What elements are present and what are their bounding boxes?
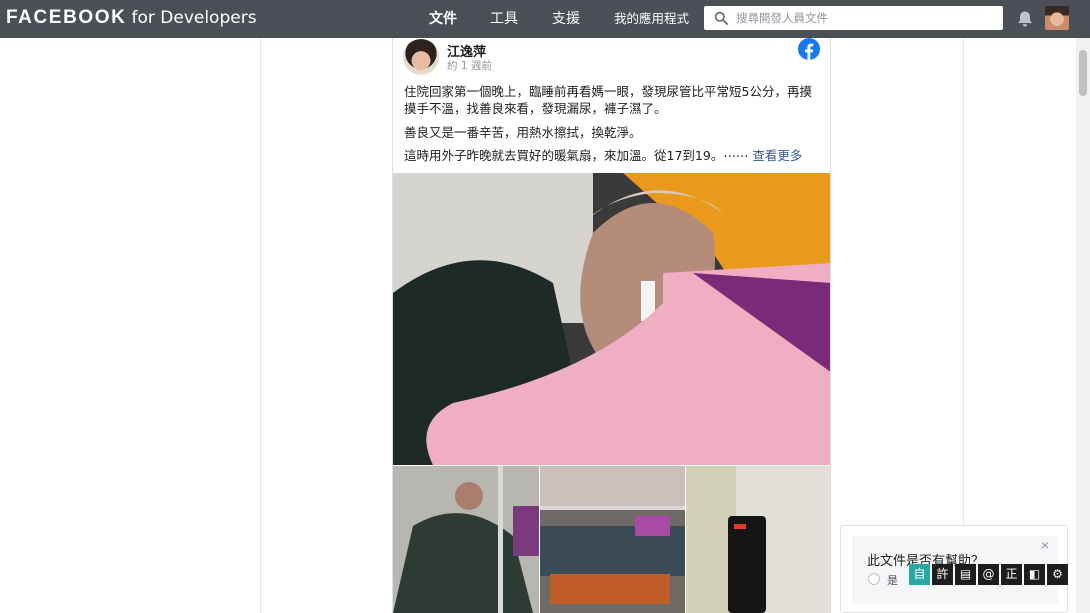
- see-more-link[interactable]: 查看更多: [752, 148, 802, 163]
- feedback-yes-radio[interactable]: [868, 573, 880, 585]
- tool-button-2[interactable]: 許: [932, 564, 953, 585]
- extension-toolbar: 自 許 ▤ @ 正 ◧ ⚙: [909, 564, 1070, 585]
- feedback-yes-label[interactable]: 是: [887, 572, 898, 588]
- tool-button-4[interactable]: @: [978, 564, 999, 585]
- search-input[interactable]: [736, 11, 986, 25]
- scrollbar-track[interactable]: [1076, 38, 1090, 613]
- post-paragraph-1: 住院回家第一個晚上，臨睡前再看媽一眼，發現尿管比平常短5公分，再摸摸手不溫，找善…: [404, 84, 812, 116]
- nav-my-apps[interactable]: 我的應用程式: [614, 0, 689, 38]
- post-paragraph-2: 善良又是一番辛苦，用熱水擦拭，換乾淨。: [404, 125, 642, 140]
- user-avatar[interactable]: [1045, 6, 1069, 30]
- facebook-logo-icon[interactable]: [798, 38, 820, 60]
- content-divider-left: [260, 38, 261, 613]
- tool-button-3[interactable]: ▤: [955, 564, 976, 585]
- post-paragraph-3: 這時用外子昨晚就去買好的暖氣扇，來加溫。從17到19。⋯⋯: [404, 148, 749, 163]
- tool-button-6[interactable]: ◧: [1024, 564, 1045, 585]
- brand-sub: for Developers: [131, 8, 257, 28]
- tool-button-5[interactable]: 正: [1001, 564, 1022, 585]
- post-paragraph-3-line: 這時用外子昨晚就去買好的暖氣扇，來加溫。從17到19。⋯⋯ 查看更多: [404, 147, 824, 164]
- post-thumbnail-2[interactable]: [540, 466, 685, 613]
- tool-button-1[interactable]: 自: [909, 564, 930, 585]
- nav-support[interactable]: 支援: [552, 0, 580, 38]
- post-thumbnail-3[interactable]: [686, 466, 831, 613]
- nav-tools[interactable]: 工具: [490, 0, 518, 38]
- post-timestamp[interactable]: 約 1 週前: [447, 58, 492, 73]
- post-thumbnail-1[interactable]: [393, 466, 539, 613]
- author-avatar[interactable]: [403, 39, 439, 75]
- bell-icon[interactable]: [1015, 10, 1035, 28]
- post-main-photo[interactable]: [393, 173, 831, 465]
- top-navigation-bar: FACEBOOK for Developers 文件 工具 支援 我的應用程式: [0, 0, 1090, 38]
- close-icon[interactable]: ×: [1041, 537, 1049, 553]
- brand-logo[interactable]: FACEBOOK for Developers: [6, 7, 257, 29]
- scrollbar-thumb[interactable]: [1079, 50, 1087, 96]
- search-box[interactable]: [704, 6, 1003, 30]
- content-divider-right: [963, 38, 964, 528]
- nav-docs[interactable]: 文件: [429, 0, 457, 38]
- search-icon: [714, 11, 728, 25]
- settings-icon[interactable]: ⚙: [1047, 564, 1068, 585]
- brand-main: FACEBOOK: [6, 7, 127, 28]
- embedded-facebook-post: 江逸萍 約 1 週前 住院回家第一個晚上，臨睡前再看媽一眼，發現尿管比平常短5公…: [392, 38, 831, 613]
